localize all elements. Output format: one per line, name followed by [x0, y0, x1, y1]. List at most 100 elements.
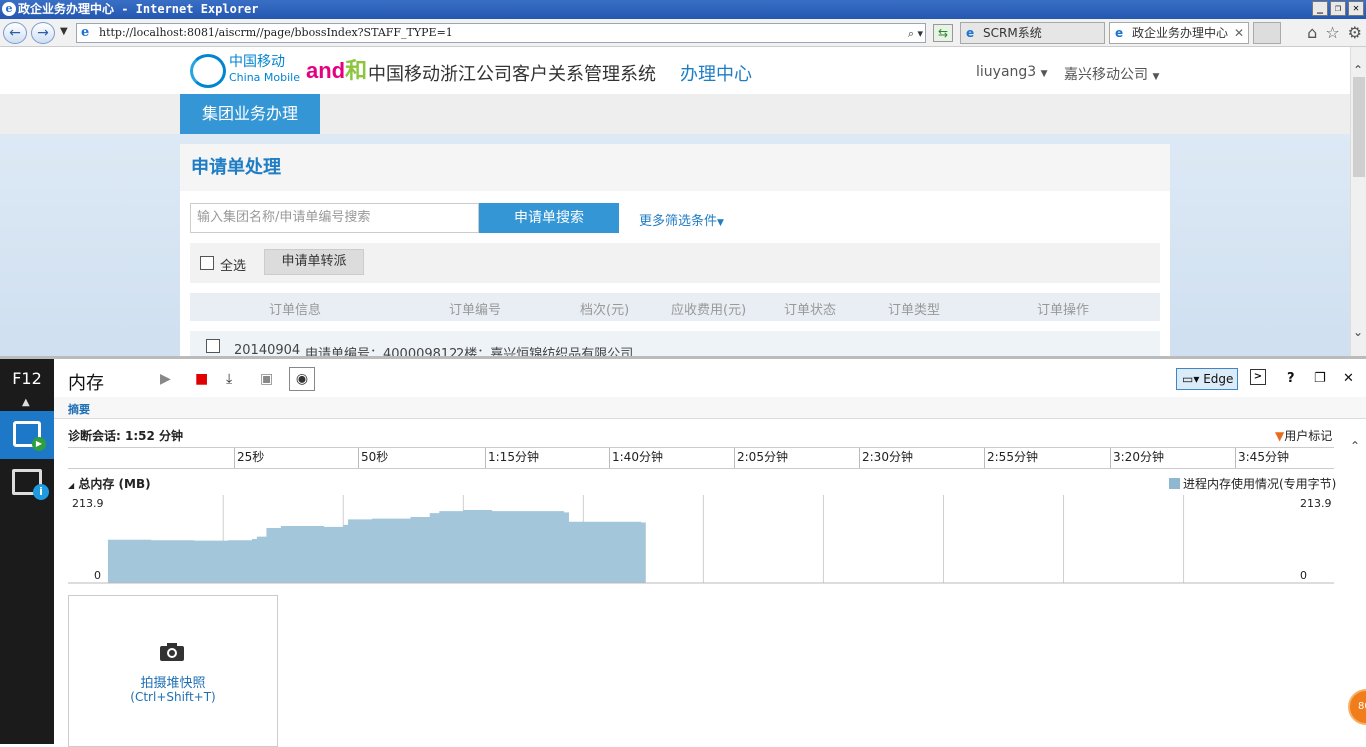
more-filters-link[interactable]: 更多筛选条件▼ [639, 210, 724, 229]
address-tools[interactable]: ⌕ ▾ [908, 25, 923, 43]
save-icon[interactable]: ▣ [260, 371, 273, 387]
logo-en: China Mobile [229, 71, 301, 84]
china-mobile-wordmark: 中国移动 China Mobile [229, 55, 300, 85]
ruler-tick: 1:15分钟 [485, 448, 539, 468]
start-icon[interactable]: ▶ [160, 371, 171, 387]
favorites-icon[interactable]: ☆ [1325, 23, 1339, 42]
ie-tab-icon: e [966, 26, 975, 40]
address-bar[interactable]: e http://localhost:8081/aiscrm//page/bbo… [76, 23, 926, 43]
back-icon[interactable]: ← [3, 22, 27, 44]
caret-down-icon: ▼ [717, 218, 724, 228]
row-company: 2楼：嘉兴恒锦纺织品有限公司 [456, 347, 634, 356]
select-all-checkbox[interactable] [200, 256, 214, 270]
ruler-tick: 2:05分钟 [734, 448, 788, 468]
camera-snapshot-icon [160, 643, 184, 661]
brand-and: and [306, 58, 346, 83]
ie-icon: e [2, 2, 16, 16]
monitor-icon: ▭▾ [1182, 372, 1200, 386]
history-dropdown-icon[interactable]: ▼ [60, 26, 68, 37]
settings-gear-icon[interactable]: ⚙ [1348, 23, 1362, 42]
china-mobile-logo-icon [190, 54, 226, 88]
logo-cn: 中国移动 [229, 54, 285, 70]
help-icon[interactable]: ? [1287, 371, 1295, 386]
table-row[interactable]: 20140904 申请单编号：400009812 2楼：嘉兴恒锦纺织品有限公司 [190, 331, 1160, 356]
row-checkbox[interactable] [206, 339, 220, 353]
scroll-down-icon[interactable]: ⌄ [1353, 325, 1363, 339]
window-title-bar: e 政企业务办理中心 - Internet Explorer _ ❐ ✕ [0, 0, 1366, 19]
user-mark-label: 用户标记 [1284, 429, 1333, 443]
restore-icon[interactable]: ❐ [1330, 1, 1346, 16]
undock-icon[interactable]: ❐ [1314, 371, 1326, 386]
play-badge-icon: ▶ [32, 437, 46, 451]
ruler-tick: 1:40分钟 [609, 448, 663, 468]
system-title: 中国移动浙江公司客户关系管理系统 [368, 64, 656, 85]
triangle-marker-icon: ▼ [1275, 429, 1285, 443]
camera-icon[interactable]: ◉ [289, 367, 315, 391]
scroll-thumb[interactable] [1353, 77, 1365, 177]
y-max-left: 213.9 [72, 497, 104, 510]
company-menu[interactable]: 嘉兴移动公司 ▼ [1064, 64, 1159, 84]
notification-badge[interactable]: 80 [1348, 689, 1366, 725]
snapshot-card[interactable]: 拍摄堆快照 (Ctrl+Shift+T) [68, 595, 278, 747]
snapshot-label[interactable]: 拍摄堆快照 [69, 672, 277, 691]
site-header: 中国移动 China Mobile and和 中国移动浙江公司客户关系管理系统 … [0, 47, 1350, 94]
total-memory-label[interactable]: ◢ 总内存 (MB) [68, 475, 151, 492]
info-icon: i [33, 484, 49, 500]
refresh-icon[interactable]: ⇆ [933, 24, 953, 42]
document-mode-dropdown[interactable]: ▭▾ Edge [1176, 368, 1238, 390]
company-name: 嘉兴移动公司 [1064, 67, 1148, 83]
devtools-panel: F12 ▲ ▶ i 内存 ▶ ■ ⤓ ▣ ◉ ▭▾ Edge > ? ❐ ✕ 摘… [0, 356, 1366, 747]
brand-he: 和 [345, 58, 368, 83]
memory-tool-tab[interactable]: ▶ [0, 411, 54, 459]
caret-up-icon[interactable]: ▲ [22, 397, 30, 408]
column-header: 档次(元) [580, 303, 630, 318]
address-url: http://localhost:8081/aiscrm//page/bboss… [99, 26, 453, 39]
search-input[interactable]: 输入集团名称/申请单编号搜索 [190, 203, 479, 233]
y-min-left: 0 [94, 569, 101, 582]
column-header: 订单信息 [269, 303, 322, 318]
timeline-ruler[interactable]: 25秒 50秒 1:15分钟 1:40分钟 2:05分钟 2:30分钟 2:55… [68, 447, 1334, 469]
home-icon[interactable]: ⌂ [1307, 23, 1317, 42]
ruler-tick: 25秒 [234, 448, 264, 468]
page-scrollbar[interactable]: ⌃ ⌄ [1350, 47, 1366, 356]
tab-group-business[interactable]: 集团业务办理 [180, 94, 320, 134]
transfer-button[interactable]: 申请单转派 [264, 249, 364, 275]
summary-tab[interactable]: 摘要 [54, 397, 1366, 419]
application-panel: 申请单处理 输入集团名称/申请单编号搜索 申请单搜索 更多筛选条件▼ 全选 申请… [180, 144, 1170, 356]
forward-icon[interactable]: → [31, 22, 55, 44]
emulation-tool-tab[interactable]: i [12, 469, 49, 500]
tab-business-center[interactable]: e 政企业务办理中心 ✕ [1109, 22, 1249, 44]
center-title: 办理中心 [680, 64, 752, 85]
row-date: 20140904 [234, 343, 301, 356]
new-tab-button[interactable] [1253, 22, 1281, 44]
import-icon[interactable]: ⤓ [226, 371, 232, 387]
scroll-up-icon[interactable]: ⌃ [1353, 63, 1363, 77]
close-devtools-icon[interactable]: ✕ [1343, 371, 1354, 386]
close-icon[interactable]: ✕ [1348, 1, 1364, 16]
tab-scrm[interactable]: e SCRM系统 [960, 22, 1105, 44]
web-page: 中国移动 China Mobile and和 中国移动浙江公司客户关系管理系统 … [0, 47, 1350, 356]
ruler-tick: 3:45分钟 [1235, 448, 1289, 468]
devtools-sidebar: F12 ▲ ▶ i [0, 359, 54, 744]
devtools-scroll-up-icon[interactable]: ⌃ [1350, 439, 1366, 453]
ruler-tick: 2:30分钟 [859, 448, 913, 468]
user-mark-legend[interactable]: ▼用户标记 [1275, 427, 1332, 444]
memory-chart[interactable]: 213.9 0 213.9 0 [68, 495, 1334, 585]
user-menu[interactable]: liuyang3 ▼ [976, 64, 1048, 80]
search-button[interactable]: 申请单搜索 [479, 203, 619, 233]
browser-icons: ⌂ ☆ ⚙ [1307, 23, 1362, 42]
memory-area-series [108, 509, 646, 583]
edge-mode-label: Edge [1203, 372, 1234, 386]
tab-close-icon[interactable]: ✕ [1234, 23, 1244, 43]
total-memory-text: 总内存 (MB) [78, 477, 151, 491]
browser-toolbar: ← → ▼ e http://localhost:8081/aiscrm//pa… [0, 19, 1366, 47]
legend-swatch [1169, 478, 1180, 489]
console-icon[interactable]: > [1250, 369, 1266, 385]
row-apply-no: 申请单编号：400009812 [305, 347, 458, 356]
minimize-icon[interactable]: _ [1312, 1, 1328, 16]
window-controls: _ ❐ ✕ [1312, 1, 1364, 16]
window-title: 政企业务办理中心 - Internet Explorer [18, 2, 259, 16]
column-header: 订单状态 [784, 303, 837, 318]
stop-icon[interactable]: ■ [195, 371, 208, 387]
y-max-right: 213.9 [1300, 497, 1332, 510]
